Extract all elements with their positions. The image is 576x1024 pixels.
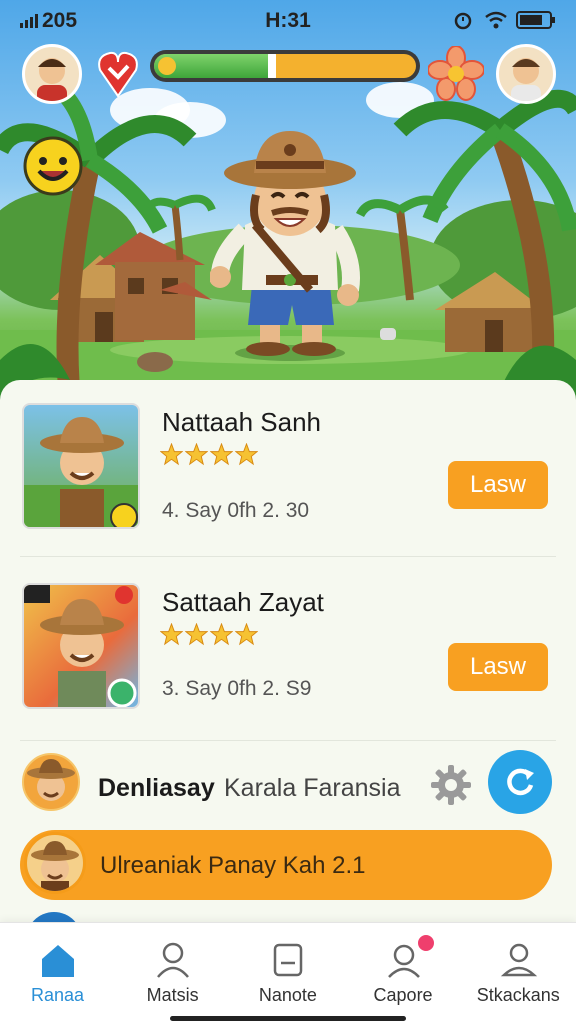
- game-thumbnail[interactable]: [22, 403, 140, 529]
- explorer-face-icon: [31, 841, 79, 891]
- status-bar: 205 H:31: [0, 0, 576, 40]
- star-icon: [235, 623, 258, 646]
- wifi-icon: [485, 11, 507, 29]
- alarm-icon: [454, 12, 472, 30]
- note-icon: [274, 943, 303, 977]
- star-icon: [185, 623, 208, 646]
- friend-subtitle: Karala Faransia: [224, 774, 401, 802]
- tab-capore[interactable]: Capore: [346, 923, 461, 1024]
- game-hud: [0, 44, 576, 114]
- star-icon: [185, 443, 208, 466]
- star-rating: [160, 443, 258, 466]
- explorer-character[interactable]: [210, 125, 370, 365]
- user-icon: [500, 943, 537, 977]
- refresh-button[interactable]: [488, 750, 552, 814]
- friend-name: Denliasay: [98, 774, 215, 802]
- divider: [20, 740, 556, 741]
- game-meta: 3. Say 0fh 2. S9: [162, 677, 312, 700]
- player-avatar[interactable]: [22, 44, 82, 104]
- home-icon: [42, 945, 74, 977]
- tab-ranaa[interactable]: Ranaa: [0, 923, 115, 1024]
- game-card-1[interactable]: Nattaah Sanh 4. Say 0fh 2. 30 Lasw: [0, 395, 576, 565]
- smiley-emoji-icon[interactable]: [22, 135, 84, 197]
- tab-label: Ranaa: [30, 985, 85, 1005]
- star-icon: [235, 443, 258, 466]
- home-indicator: [170, 1016, 406, 1021]
- star-icon: [210, 623, 233, 646]
- banner-text: Ulreaniak Panay Kah 2.1: [100, 852, 366, 879]
- promo-banner[interactable]: Ulreaniak Panay Kah 2.1: [20, 830, 552, 900]
- game-card-2[interactable]: Sattaah Zayat 3. Say 0fh 2. S9 Lasw: [0, 575, 576, 745]
- bottom-tab-bar: Ranaa Matsis Nanote Capore Stkackans: [0, 922, 576, 1024]
- battery-icon: [516, 11, 555, 29]
- game-title: Sattaah Zayat: [162, 587, 324, 617]
- heart-badge-icon[interactable]: [96, 48, 140, 100]
- xp-progress-bar: [150, 50, 420, 82]
- friend-row[interactable]: Denliasay Karala Faransia: [0, 750, 576, 830]
- xp-progress-marker: [267, 54, 276, 78]
- xp-start-cap: [158, 57, 176, 75]
- explorer-face-icon: [27, 759, 75, 801]
- star-icon: [160, 623, 183, 646]
- game-thumbnail[interactable]: [22, 583, 140, 709]
- friend-row-avatar[interactable]: [22, 753, 80, 811]
- game-meta: 4. Say 0fh 2. 30: [162, 499, 310, 522]
- explorer-thumbnail-art: [24, 417, 138, 527]
- tab-matsis[interactable]: Matsis: [115, 923, 230, 1024]
- person-icon: [157, 942, 190, 978]
- play-button[interactable]: Lasw: [448, 643, 548, 691]
- star-rating: [160, 623, 258, 646]
- star-icon: [210, 443, 233, 466]
- tab-label: Matsis: [146, 985, 199, 1005]
- settings-gear-icon[interactable]: [430, 764, 472, 806]
- flower-icon[interactable]: [428, 46, 484, 102]
- divider: [20, 556, 556, 557]
- tab-label: Stkackans: [476, 985, 560, 1005]
- star-icon: [160, 443, 183, 466]
- refresh-icon: [507, 768, 534, 796]
- banner-avatar: [24, 832, 86, 894]
- play-button[interactable]: Lasw: [448, 461, 548, 509]
- notification-dot: [415, 933, 436, 953]
- game-title: Nattaah Sanh: [162, 407, 322, 437]
- status-icons: [450, 10, 556, 30]
- friend-face-icon: [511, 58, 541, 101]
- tab-stkackans[interactable]: Stkackans: [461, 923, 576, 1024]
- tab-nanote[interactable]: Nanote: [230, 923, 345, 1024]
- explorer-thumbnail-art: [24, 585, 137, 707]
- tab-label: Nanote: [258, 985, 317, 1005]
- player-face-icon: [37, 58, 67, 101]
- tab-label: Capore: [373, 985, 433, 1005]
- friend-avatar[interactable]: [496, 44, 556, 104]
